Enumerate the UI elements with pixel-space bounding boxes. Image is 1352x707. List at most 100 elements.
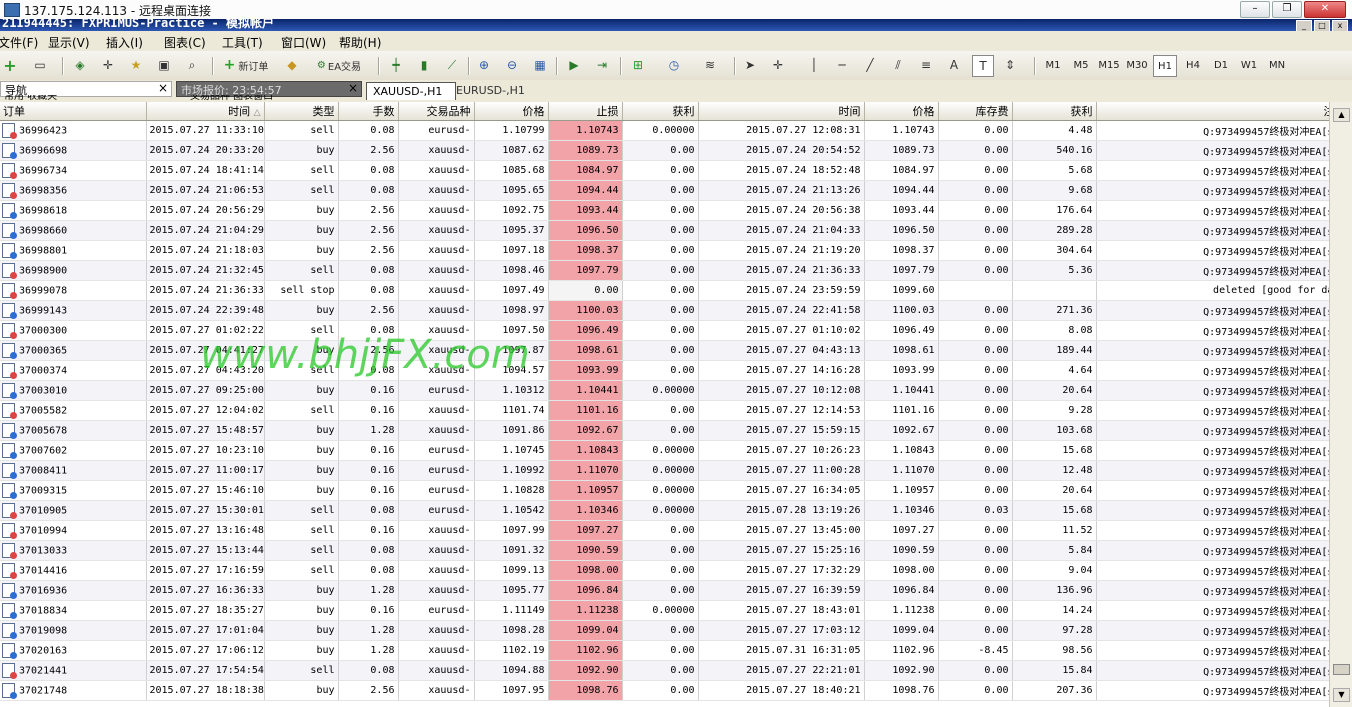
periods-icon[interactable]: ◷ [664, 55, 684, 75]
timeframe-d1[interactable]: D1 [1210, 55, 1232, 75]
table-row[interactable]: 37008411 2015.07.27 11:00:17 buy 0.16 eurusd… [0, 460, 1350, 481]
chart-tab-eurusd[interactable]: EURUSD-,H1 [450, 82, 542, 99]
strategy-tester-icon[interactable]: ⌕ [182, 55, 202, 75]
market-watch-icon[interactable]: ◈ [70, 55, 90, 75]
terminal-maximize-button[interactable]: □ [1314, 20, 1330, 31]
equidistant-channel-icon[interactable]: ⫽ [888, 55, 908, 75]
column-header-close-time[interactable]: 时间 [698, 102, 865, 121]
column-header-order[interactable]: 订单 [0, 102, 147, 121]
table-row[interactable]: 36998900 2015.07.24 21:32:45 sell 0.08 xauus… [0, 260, 1350, 281]
table-row[interactable]: 36998801 2015.07.24 21:18:03 buy 2.56 xauusd… [0, 240, 1350, 261]
column-header-stop-loss[interactable]: 止损 [548, 102, 623, 121]
table-row[interactable]: 37010994 2015.07.27 13:16:48 sell 0.16 xauus… [0, 520, 1350, 541]
menu-tools[interactable]: 工具(T) [222, 34, 263, 51]
horizontal-line-icon[interactable]: ─ [832, 55, 852, 75]
data-window-icon[interactable]: ✛ [98, 55, 118, 75]
table-row[interactable]: 36999143 2015.07.24 22:39:48 buy 2.56 xauusd… [0, 300, 1350, 321]
table-row[interactable]: 37014416 2015.07.27 17:16:59 sell 0.08 xauus… [0, 560, 1350, 581]
scrollbar-thumb[interactable] [1333, 664, 1350, 675]
zoom-out-icon[interactable]: ⊖ [502, 55, 522, 75]
timeframe-m1[interactable]: M1 [1042, 55, 1064, 75]
zoom-in-icon[interactable]: ⊕ [474, 55, 494, 75]
menu-window[interactable]: 窗口(W) [281, 34, 326, 51]
chart-tab-xauusd[interactable]: XAUUSD-,H1 [366, 82, 456, 100]
table-row[interactable]: 37007602 2015.07.27 10:23:10 buy 0.16 eurusd… [0, 440, 1350, 461]
indicators-icon[interactable]: ⊞ [628, 55, 648, 75]
table-row[interactable]: 36996734 2015.07.24 18:41:14 sell 0.08 xauus… [0, 160, 1350, 181]
table-row[interactable]: 37016936 2015.07.27 16:36:33 buy 1.28 xauusd… [0, 580, 1350, 601]
text-label-icon[interactable]: T [972, 55, 994, 77]
terminal-minimize-button[interactable]: _ [1296, 20, 1312, 31]
table-row[interactable]: 37003010 2015.07.27 09:25:00 buy 0.16 eurusd… [0, 380, 1350, 401]
column-header-swap[interactable]: 库存费 [938, 102, 1013, 121]
vertical-line-icon[interactable]: │ [804, 55, 824, 75]
scroll-down-icon[interactable]: ▼ [1333, 688, 1350, 702]
column-header-lots[interactable]: 手数 [338, 102, 399, 121]
table-row[interactable]: 37018834 2015.07.27 18:35:27 buy 0.16 eurusd… [0, 600, 1350, 621]
column-header-comment[interactable]: 注释 [1096, 102, 1350, 121]
cursor-icon[interactable]: ➤ [740, 55, 760, 75]
menu-help[interactable]: 帮助(H) [339, 34, 381, 51]
column-header-close-price[interactable]: 价格 [864, 102, 939, 121]
scroll-up-icon[interactable]: ▲ [1333, 108, 1350, 122]
templates-icon[interactable]: ≋ [700, 55, 720, 75]
column-header-type[interactable]: 类型 [264, 102, 339, 121]
timeframe-mn[interactable]: MN [1266, 55, 1288, 75]
profiles-icon[interactable]: ▭ [30, 55, 50, 75]
column-header-profit[interactable]: 获利 [1012, 102, 1097, 121]
tile-windows-icon[interactable]: ▦ [530, 55, 550, 75]
menu-view[interactable]: 显示(V) [48, 34, 90, 51]
minimize-button[interactable]: – [1240, 1, 1270, 18]
table-row[interactable]: 37021441 2015.07.27 17:54:54 sell 0.08 xauus… [0, 660, 1350, 681]
terminal-close-button[interactable]: x [1332, 20, 1348, 31]
bar-chart-icon[interactable]: ┿ [386, 55, 406, 75]
menu-file[interactable]: 文件(F) [0, 34, 38, 51]
line-chart-icon[interactable]: ⟋ [442, 55, 462, 75]
market-watch-close-icon[interactable]: × [348, 81, 358, 95]
table-row[interactable]: 37021748 2015.07.27 18:18:38 buy 2.56 xauusd… [0, 680, 1350, 701]
timeframe-w1[interactable]: W1 [1238, 55, 1260, 75]
timeframe-h4[interactable]: H4 [1182, 55, 1204, 75]
table-row[interactable]: 36996698 2015.07.24 20:33:20 buy 2.56 xauusd… [0, 140, 1350, 161]
table-row[interactable]: 37020163 2015.07.27 17:06:12 buy 1.28 xauusd… [0, 640, 1350, 661]
chart-shift-icon[interactable]: ⇥ [592, 55, 612, 75]
table-row[interactable]: 37009315 2015.07.27 15:46:10 buy 0.16 eurusd… [0, 480, 1350, 501]
timeframe-h1[interactable]: H1 [1153, 55, 1177, 77]
table-row[interactable]: 36998660 2015.07.24 21:04:29 buy 2.56 xauusd… [0, 220, 1350, 241]
restore-button[interactable]: ❐ [1272, 1, 1302, 18]
column-header-symbol[interactable]: 交易品种 [398, 102, 475, 121]
crosshair-icon[interactable]: ✛ [768, 55, 788, 75]
timeframe-m30[interactable]: M30 [1125, 55, 1149, 75]
table-row[interactable]: 37013033 2015.07.27 15:13:44 sell 0.08 xauus… [0, 540, 1350, 561]
close-button[interactable]: ✕ [1304, 1, 1346, 18]
table-row[interactable]: 36998356 2015.07.24 21:06:53 sell 0.08 xauus… [0, 180, 1350, 201]
candlestick-icon[interactable]: ▮ [414, 55, 434, 75]
table-row[interactable]: 37005678 2015.07.27 15:48:57 buy 1.28 xauusd… [0, 420, 1350, 441]
text-icon[interactable]: A [944, 55, 964, 75]
column-header-open-time[interactable]: 时间 △ [146, 102, 265, 121]
table-row[interactable]: 37019098 2015.07.27 17:01:04 buy 1.28 xauusd… [0, 620, 1350, 641]
menu-charts[interactable]: 图表(C) [164, 34, 206, 51]
navigator-icon[interactable]: ★ [126, 55, 146, 75]
new-chart-icon[interactable]: + [0, 55, 20, 75]
vertical-scrollbar[interactable]: ▲ ▼ [1329, 102, 1352, 707]
table-row[interactable]: 37010905 2015.07.27 15:30:01 sell 0.08 eurus… [0, 500, 1350, 521]
trendline-icon[interactable]: ╱ [860, 55, 880, 75]
table-row[interactable]: 36998618 2015.07.24 20:56:29 buy 2.56 xauusd… [0, 200, 1350, 221]
new-order-button[interactable]: + 新订单 [218, 55, 274, 75]
table-row[interactable]: 36996423 2015.07.27 11:33:10 sell 0.08 eurus… [0, 120, 1350, 141]
navigator-close-icon[interactable]: × [158, 81, 168, 95]
metaeditor-icon[interactable]: ◆ [282, 55, 302, 75]
column-header-open-price[interactable]: 价格 [474, 102, 549, 121]
table-row[interactable]: 36999078 2015.07.24 21:36:33 sell stop 0.08… [0, 280, 1350, 301]
ea-trading-button[interactable]: ⚙ EA交易 [308, 55, 370, 75]
terminal-icon[interactable]: ▣ [154, 55, 174, 75]
timeframe-m5[interactable]: M5 [1070, 55, 1092, 75]
table-row[interactable]: 37005582 2015.07.27 12:04:02 sell 0.16 xauus… [0, 400, 1350, 421]
auto-scroll-icon[interactable]: ▶ [564, 55, 584, 75]
menu-insert[interactable]: 插入(I) [106, 34, 143, 51]
arrows-icon[interactable]: ⇕ [1000, 55, 1020, 75]
column-header-take-profit[interactable]: 获利 [622, 102, 699, 121]
fibonacci-icon[interactable]: ≡ [916, 55, 936, 75]
timeframe-m15[interactable]: M15 [1097, 55, 1121, 75]
